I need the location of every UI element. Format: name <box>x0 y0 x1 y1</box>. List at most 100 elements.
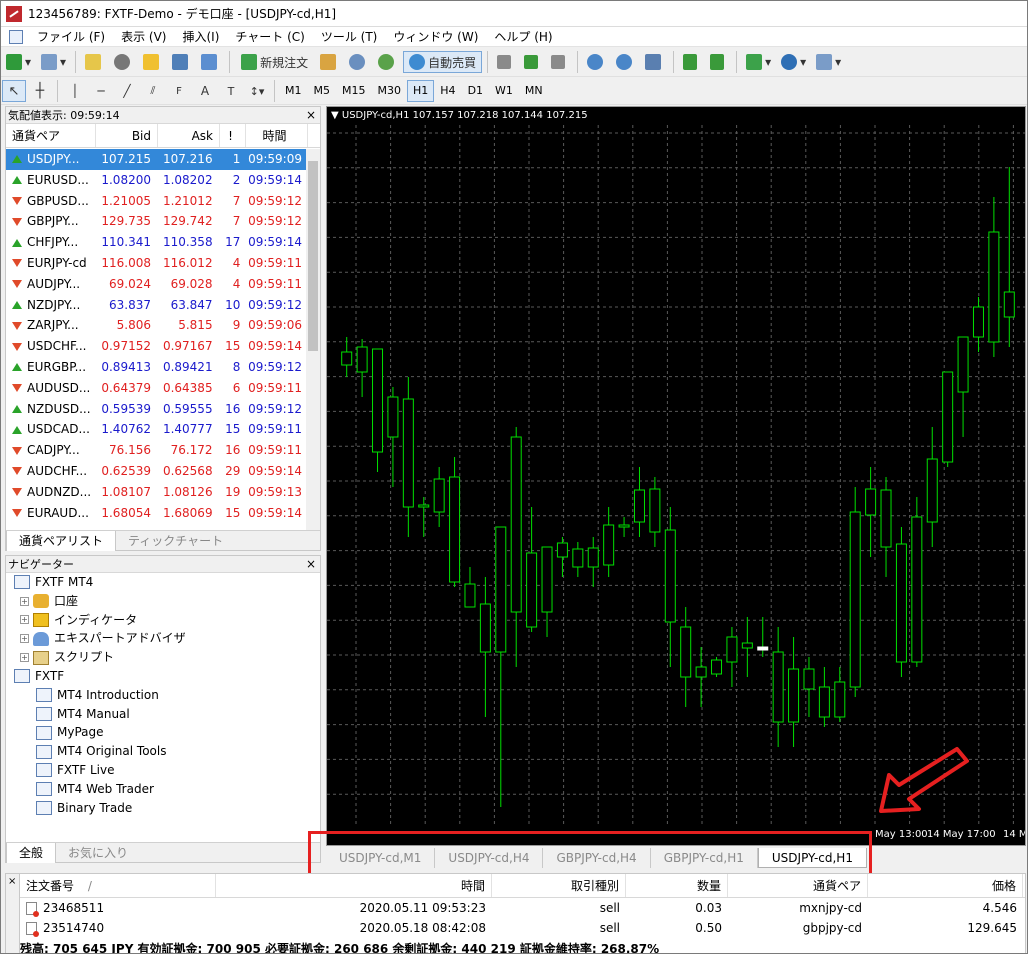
market-watch-row[interactable]: USDJPY... 107.215 107.216 1 09:59:09 <box>6 149 306 170</box>
market-watch-row[interactable]: NZDUSD... 0.59539 0.59555 16 09:59:12 <box>6 398 306 420</box>
indicators-button[interactable]: ▾ <box>742 51 775 73</box>
expand-icon[interactable]: + <box>20 596 29 606</box>
chart-window-icon[interactable] <box>9 29 23 44</box>
close-icon[interactable]: × <box>306 556 316 573</box>
auto-trade-button[interactable]: 自動売買 <box>403 51 483 73</box>
crosshair-tool[interactable]: ┼ <box>28 80 52 102</box>
menu-chart[interactable]: チャート (C) <box>227 27 312 47</box>
trend-line-tool[interactable]: ╱ <box>115 80 139 102</box>
zoom-in-button[interactable] <box>583 51 610 73</box>
text-tool[interactable]: A <box>193 80 217 102</box>
market-watch-row[interactable]: ZARJPY... 5.806 5.815 9 09:59:06 <box>6 315 306 337</box>
timeframe-m1[interactable]: M1 <box>279 80 308 102</box>
market-watch-row[interactable]: EURJPY-cd 116.008 116.012 4 09:59:11 <box>6 252 306 274</box>
tab-general[interactable]: 全般 <box>6 843 57 863</box>
expand-icon[interactable]: + <box>20 634 29 644</box>
navigator-item[interactable]: FXTF Live <box>6 761 320 780</box>
close-icon[interactable]: × <box>8 876 16 887</box>
column-order[interactable]: 注文番号 / <box>20 874 216 897</box>
fibonacci-tool[interactable]: F <box>167 80 191 102</box>
templates-button[interactable]: ▾ <box>812 51 845 73</box>
market-watch-row[interactable]: EURAUD... 1.68054 1.68069 15 09:59:14 <box>6 502 306 524</box>
column-symbol[interactable]: 通貨ペア <box>6 124 96 147</box>
vertical-line-tool[interactable]: │ <box>63 80 87 102</box>
arrows-tool[interactable]: ↕▾ <box>245 80 269 102</box>
navigator-item[interactable]: MT4 Original Tools <box>6 742 320 761</box>
order-row[interactable]: 23468511 2020.05.11 09:53:23 sell 0.03 mxnjp… <box>20 898 1025 918</box>
market-watch-row[interactable]: GBPUSD... 1.21005 1.21012 7 09:59:12 <box>6 190 306 212</box>
line-chart-button[interactable] <box>547 51 572 73</box>
column-ask[interactable]: Ask <box>158 124 220 147</box>
market-watch-row[interactable]: CHFJPY... 110.341 110.358 17 09:59:14 <box>6 232 306 253</box>
timeframe-m5[interactable]: M5 <box>308 80 337 102</box>
menu-help[interactable]: ヘルプ (H) <box>486 27 560 47</box>
market-watch-row[interactable]: AUDCHF... 0.62539 0.62568 29 09:59:14 <box>6 460 306 482</box>
navigator-item[interactable]: MyPage <box>6 723 320 742</box>
navigator-item[interactable]: + インディケータ <box>6 611 320 630</box>
price-chart[interactable]: May 13:0014 May 17:00 14 May ▼ USDJPY-cd,… <box>326 106 1026 846</box>
menu-window[interactable]: ウィンドウ (W) <box>385 27 486 47</box>
navigator-item[interactable]: + 口座 <box>6 592 320 611</box>
navigator-item[interactable]: FXTF <box>6 667 320 686</box>
column-volume[interactable]: 数量 <box>626 874 728 897</box>
expand-icon[interactable]: + <box>20 615 29 625</box>
market-watch-row[interactable]: USDCHF... 0.97152 0.97167 15 09:59:14 <box>6 336 306 357</box>
navigator-item[interactable]: + スクリプト <box>6 648 320 667</box>
navigator-item[interactable]: FXTF MT4 <box>6 573 320 592</box>
horizontal-line-tool[interactable]: ─ <box>89 80 113 102</box>
market-watch-row[interactable]: NZDJPY... 63.837 63.847 10 09:59:12 <box>6 294 306 316</box>
column-symbol[interactable]: 通貨ペア <box>728 874 868 897</box>
column-bid[interactable]: Bid <box>96 124 158 147</box>
menu-view[interactable]: 表示 (V) <box>113 27 174 47</box>
expand-icon[interactable]: + <box>20 653 29 663</box>
data-window-toggle[interactable] <box>110 51 137 73</box>
column-price[interactable]: 価格 <box>868 874 1023 897</box>
navigator-item[interactable]: MT4 Manual <box>6 705 320 724</box>
market-watch-row[interactable]: EURGBP... 0.89413 0.89421 8 09:59:12 <box>6 356 306 378</box>
navigator-item[interactable]: MT4 Introduction <box>6 686 320 705</box>
new-chart-button[interactable]: ▾ <box>2 51 35 73</box>
user-button[interactable] <box>345 51 372 73</box>
column-type[interactable]: 取引種別 <box>492 874 626 897</box>
metaeditor-button[interactable] <box>316 51 343 73</box>
timeframe-d1[interactable]: D1 <box>462 80 489 102</box>
navigator-toggle[interactable] <box>139 51 166 73</box>
timeframe-m15[interactable]: M15 <box>336 80 372 102</box>
menu-file[interactable]: ファイル (F) <box>29 27 113 47</box>
tab-favorites[interactable]: お気に入り <box>56 843 140 863</box>
channel-tool[interactable]: ⫽ <box>141 80 165 102</box>
market-watch-row[interactable]: USDCAD... 1.40762 1.40777 15 09:59:11 <box>6 419 306 441</box>
bar-chart-button[interactable] <box>493 51 518 73</box>
candlestick-chart[interactable]: May 13:0014 May 17:00 14 May <box>327 107 1025 845</box>
market-watch-row[interactable]: AUDNZD... 1.08107 1.08126 19 09:59:13 <box>6 481 306 503</box>
chart-shift-button[interactable] <box>679 51 704 73</box>
signal-button[interactable] <box>374 51 401 73</box>
market-watch-row[interactable]: AUDUSD... 0.64379 0.64385 6 09:59:11 <box>6 377 306 399</box>
scrollbar-thumb[interactable] <box>308 161 318 351</box>
market-watch-row[interactable]: CADJPY... 76.156 76.172 16 09:59:11 <box>6 440 306 461</box>
menu-insert[interactable]: 挿入(I) <box>174 27 227 47</box>
timeframe-w1[interactable]: W1 <box>489 80 519 102</box>
tester-toggle[interactable] <box>197 51 224 73</box>
navigator-item[interactable]: + エキスパートアドバイザ <box>6 629 320 648</box>
periods-button[interactable]: ▾ <box>777 51 810 73</box>
column-time[interactable]: 時間 <box>246 124 308 147</box>
market-watch-scrollbar[interactable] <box>306 149 320 531</box>
tab-symbols[interactable]: 通貨ペアリスト <box>6 531 117 551</box>
profiles-button[interactable]: ▾ <box>37 51 70 73</box>
candlestick-button[interactable] <box>520 51 545 73</box>
column-time[interactable]: 時間 <box>216 874 492 897</box>
timeframe-h1[interactable]: H1 <box>407 80 435 102</box>
timeframe-h4[interactable]: H4 <box>434 80 461 102</box>
autoscroll-button[interactable] <box>706 51 731 73</box>
cursor-tool[interactable]: ↖ <box>2 80 26 102</box>
column-spread[interactable]: ! <box>220 124 246 147</box>
timeframe-m30[interactable]: M30 <box>372 80 408 102</box>
navigator-item[interactable]: Binary Trade <box>6 799 320 818</box>
tile-windows-button[interactable] <box>641 51 668 73</box>
market-watch-row[interactable]: AUDJPY... 69.024 69.028 4 09:59:11 <box>6 273 306 295</box>
navigator-item[interactable]: MT4 Web Trader <box>6 780 320 799</box>
tab-tick-chart[interactable]: ティックチャート <box>116 531 235 551</box>
new-order-button[interactable]: 新規注文 <box>235 51 314 73</box>
terminal-toggle[interactable] <box>168 51 195 73</box>
